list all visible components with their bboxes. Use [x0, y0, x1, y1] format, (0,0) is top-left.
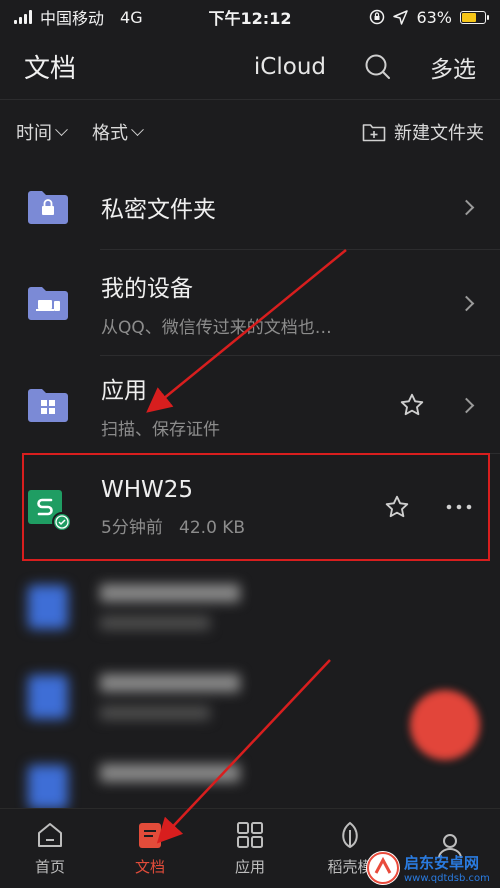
- leaf-icon: [342, 821, 358, 849]
- signal-icon: [14, 10, 32, 24]
- sort-format-dropdown[interactable]: 格式: [92, 119, 144, 145]
- watermark: 启东安卓网 www.qdtdsb.com: [366, 848, 500, 888]
- row-title: 私密文件夹: [101, 197, 216, 223]
- status-left: 中国移动 4G: [14, 5, 143, 29]
- row-title: 应用: [101, 377, 147, 404]
- annotation-highlight-box: [22, 453, 490, 561]
- status-right: 63%: [369, 7, 489, 27]
- tab-documents[interactable]: 文档: [100, 809, 200, 888]
- chevron-down-icon: [55, 122, 68, 136]
- row-subtitle: 扫描、保存证件: [101, 419, 220, 440]
- watermark-name: 启东安卓网: [404, 854, 480, 872]
- new-folder-label: 新建文件夹: [394, 123, 484, 144]
- sort-format-label: 格式: [92, 123, 128, 144]
- search-icon[interactable]: [364, 53, 392, 81]
- multiselect-button[interactable]: 多选: [430, 50, 476, 84]
- watermark-url: www.qdtdsb.com: [404, 873, 490, 884]
- carrier-label: 中国移动: [40, 9, 105, 28]
- list-item-private-folder[interactable]: 私密文件夹: [0, 164, 500, 250]
- chevron-right-icon[interactable]: [458, 199, 475, 215]
- row-texts: 我的设备 从QQ、微信传过来的文档也…: [101, 250, 332, 356]
- battery-icon: [460, 10, 489, 24]
- sort-time-label: 时间: [16, 123, 52, 144]
- chevron-right-icon[interactable]: [458, 295, 475, 311]
- row-texts: 私密文件夹: [101, 164, 216, 250]
- row-actions: [458, 250, 475, 356]
- tab-label: 应用: [234, 858, 265, 876]
- watermark-logo-icon: [366, 851, 400, 885]
- header: 文档 iCloud 多选: [0, 34, 500, 100]
- location-icon: [393, 9, 409, 25]
- header-actions: iCloud 多选: [254, 50, 476, 84]
- chevron-down-icon: [131, 122, 144, 136]
- battery-percent: 63%: [416, 7, 452, 27]
- list-item-my-devices[interactable]: 我的设备 从QQ、微信传过来的文档也…: [0, 250, 500, 356]
- new-folder-icon: [362, 124, 386, 142]
- tab-apps[interactable]: 应用: [200, 809, 300, 888]
- icloud-button[interactable]: iCloud: [254, 54, 326, 80]
- row-title: 我的设备: [101, 275, 193, 302]
- row-actions: [399, 356, 475, 454]
- sort-time-dropdown[interactable]: 时间: [16, 119, 68, 145]
- apps-folder-icon: [28, 389, 68, 422]
- row-texts: 应用 扫描、保存证件: [101, 356, 220, 454]
- blurred-row: [0, 562, 500, 652]
- tab-home[interactable]: 首页: [0, 809, 100, 888]
- lock-folder-icon: [28, 191, 68, 224]
- tab-label: 文档: [134, 858, 165, 876]
- page-title: 文档: [24, 54, 77, 84]
- device-folder-icon: [28, 287, 68, 320]
- blurred-file-rows: [0, 562, 500, 808]
- tab-label: 首页: [34, 858, 65, 876]
- row-subtitle: 从QQ、微信传过来的文档也…: [101, 317, 332, 338]
- sort-toolbar: 时间 格式 新建文件夹: [0, 100, 500, 164]
- grid-icon: [237, 822, 263, 848]
- new-folder-button[interactable]: 新建文件夹: [362, 119, 484, 145]
- fab-add-button[interactable]: [410, 690, 480, 760]
- orientation-lock-icon: [370, 9, 385, 25]
- status-bar: 中国移动 4G 下午12:12 63%: [0, 0, 500, 34]
- home-icon: [38, 823, 62, 847]
- network-label: 4G: [120, 7, 143, 27]
- chevron-right-icon[interactable]: [458, 397, 475, 413]
- star-icon[interactable]: [399, 392, 425, 418]
- document-icon: [139, 823, 161, 848]
- watermark-text: 启东安卓网 www.qdtdsb.com: [404, 852, 490, 884]
- list-item-apps[interactable]: 应用 扫描、保存证件: [0, 356, 500, 454]
- row-actions: [458, 164, 475, 250]
- status-time: 下午12:12: [208, 9, 292, 28]
